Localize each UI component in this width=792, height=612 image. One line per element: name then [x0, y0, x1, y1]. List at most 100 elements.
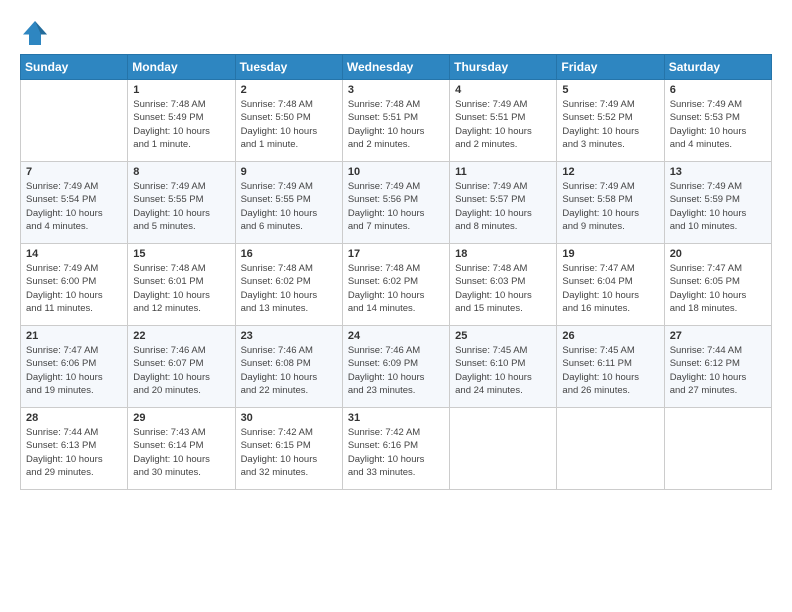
page-container: SundayMondayTuesdayWednesdayThursdayFrid…	[0, 0, 792, 500]
day-info: Sunrise: 7:46 AM Sunset: 6:08 PM Dayligh…	[241, 344, 337, 397]
day-info: Sunrise: 7:47 AM Sunset: 6:04 PM Dayligh…	[562, 262, 658, 315]
day-cell: 8 Sunrise: 7:49 AM Sunset: 5:55 PM Daylig…	[128, 162, 235, 244]
day-info: Sunrise: 7:49 AM Sunset: 5:51 PM Dayligh…	[455, 98, 551, 151]
day-info: Sunrise: 7:49 AM Sunset: 5:56 PM Dayligh…	[348, 180, 444, 233]
col-header-saturday: Saturday	[664, 55, 771, 80]
day-cell: 17Sunrise: 7:48 AM Sunset: 6:02 PM Dayli…	[342, 244, 449, 326]
day-info: Sunrise: 7:49 AM Sunset: 5:54 PM Dayligh…	[26, 180, 122, 233]
day-cell: 19 Sunrise: 7:47 AM Sunset: 6:04 PM Dayli…	[557, 244, 664, 326]
day-number: 4	[455, 84, 551, 96]
day-number: 2	[241, 84, 337, 96]
day-info: Sunrise: 7:49 AM Sunset: 6:00 PM Dayligh…	[26, 262, 122, 315]
day-cell: 23 Sunrise: 7:46 AM Sunset: 6:08 PM Dayli…	[235, 326, 342, 408]
week-row-4: 21 Sunrise: 7:47 AM Sunset: 6:06 PM Dayli…	[21, 326, 772, 408]
day-number: 8	[133, 166, 229, 178]
day-cell	[664, 408, 771, 490]
header-row: SundayMondayTuesdayWednesdayThursdayFrid…	[21, 55, 772, 80]
col-header-monday: Monday	[128, 55, 235, 80]
day-cell: 24Sunrise: 7:46 AM Sunset: 6:09 PM Dayli…	[342, 326, 449, 408]
day-info: Sunrise: 7:49 AM Sunset: 5:55 PM Dayligh…	[133, 180, 229, 233]
day-cell: 20Sunrise: 7:47 AM Sunset: 6:05 PM Dayli…	[664, 244, 771, 326]
day-number: 28	[26, 412, 122, 424]
day-number: 18	[455, 248, 551, 260]
day-number: 3	[348, 84, 444, 96]
day-number: 21	[26, 330, 122, 342]
day-info: Sunrise: 7:49 AM Sunset: 5:52 PM Dayligh…	[562, 98, 658, 151]
day-info: Sunrise: 7:46 AM Sunset: 6:07 PM Dayligh…	[133, 344, 229, 397]
day-cell: 22 Sunrise: 7:46 AM Sunset: 6:07 PM Dayli…	[128, 326, 235, 408]
day-number: 31	[348, 412, 444, 424]
day-info: Sunrise: 7:44 AM Sunset: 6:13 PM Dayligh…	[26, 426, 122, 479]
logo	[20, 18, 54, 48]
day-info: Sunrise: 7:42 AM Sunset: 6:15 PM Dayligh…	[241, 426, 337, 479]
day-info: Sunrise: 7:43 AM Sunset: 6:14 PM Dayligh…	[133, 426, 229, 479]
day-number: 7	[26, 166, 122, 178]
day-info: Sunrise: 7:44 AM Sunset: 6:12 PM Dayligh…	[670, 344, 766, 397]
week-row-3: 14 Sunrise: 7:49 AM Sunset: 6:00 PM Dayli…	[21, 244, 772, 326]
day-info: Sunrise: 7:48 AM Sunset: 5:49 PM Dayligh…	[133, 98, 229, 151]
day-number: 30	[241, 412, 337, 424]
day-cell	[450, 408, 557, 490]
day-number: 14	[26, 248, 122, 260]
day-number: 16	[241, 248, 337, 260]
logo-icon	[20, 18, 50, 48]
day-cell: 2 Sunrise: 7:48 AM Sunset: 5:50 PM Daylig…	[235, 80, 342, 162]
day-info: Sunrise: 7:45 AM Sunset: 6:11 PM Dayligh…	[562, 344, 658, 397]
day-cell: 4 Sunrise: 7:49 AM Sunset: 5:51 PM Daylig…	[450, 80, 557, 162]
day-number: 29	[133, 412, 229, 424]
day-cell: 25Sunrise: 7:45 AM Sunset: 6:10 PM Dayli…	[450, 326, 557, 408]
day-info: Sunrise: 7:46 AM Sunset: 6:09 PM Dayligh…	[348, 344, 444, 397]
day-cell: 29 Sunrise: 7:43 AM Sunset: 6:14 PM Dayli…	[128, 408, 235, 490]
day-cell: 14 Sunrise: 7:49 AM Sunset: 6:00 PM Dayli…	[21, 244, 128, 326]
day-cell: 21 Sunrise: 7:47 AM Sunset: 6:06 PM Dayli…	[21, 326, 128, 408]
col-header-tuesday: Tuesday	[235, 55, 342, 80]
day-info: Sunrise: 7:47 AM Sunset: 6:06 PM Dayligh…	[26, 344, 122, 397]
day-cell: 27 Sunrise: 7:44 AM Sunset: 6:12 PM Dayli…	[664, 326, 771, 408]
day-cell: 7 Sunrise: 7:49 AM Sunset: 5:54 PM Daylig…	[21, 162, 128, 244]
day-number: 13	[670, 166, 766, 178]
day-info: Sunrise: 7:47 AM Sunset: 6:05 PM Dayligh…	[670, 262, 766, 315]
day-cell: 6 Sunrise: 7:49 AM Sunset: 5:53 PM Daylig…	[664, 80, 771, 162]
day-number: 9	[241, 166, 337, 178]
day-cell: 11 Sunrise: 7:49 AM Sunset: 5:57 PM Dayli…	[450, 162, 557, 244]
day-number: 11	[455, 166, 551, 178]
day-info: Sunrise: 7:48 AM Sunset: 6:02 PM Dayligh…	[348, 262, 444, 315]
day-info: Sunrise: 7:49 AM Sunset: 5:53 PM Dayligh…	[670, 98, 766, 151]
day-cell: 15 Sunrise: 7:48 AM Sunset: 6:01 PM Dayli…	[128, 244, 235, 326]
day-info: Sunrise: 7:48 AM Sunset: 6:03 PM Dayligh…	[455, 262, 551, 315]
col-header-sunday: Sunday	[21, 55, 128, 80]
day-cell: 9Sunrise: 7:49 AM Sunset: 5:55 PM Daylig…	[235, 162, 342, 244]
header	[20, 18, 772, 48]
day-cell	[21, 80, 128, 162]
day-info: Sunrise: 7:48 AM Sunset: 6:02 PM Dayligh…	[241, 262, 337, 315]
week-row-2: 7 Sunrise: 7:49 AM Sunset: 5:54 PM Daylig…	[21, 162, 772, 244]
day-number: 23	[241, 330, 337, 342]
week-row-1: 1 Sunrise: 7:48 AM Sunset: 5:49 PM Daylig…	[21, 80, 772, 162]
day-info: Sunrise: 7:49 AM Sunset: 5:57 PM Dayligh…	[455, 180, 551, 233]
day-info: Sunrise: 7:48 AM Sunset: 5:50 PM Dayligh…	[241, 98, 337, 151]
day-info: Sunrise: 7:42 AM Sunset: 6:16 PM Dayligh…	[348, 426, 444, 479]
col-header-friday: Friday	[557, 55, 664, 80]
day-number: 22	[133, 330, 229, 342]
day-info: Sunrise: 7:45 AM Sunset: 6:10 PM Dayligh…	[455, 344, 551, 397]
week-row-5: 28 Sunrise: 7:44 AM Sunset: 6:13 PM Dayli…	[21, 408, 772, 490]
day-cell: 30 Sunrise: 7:42 AM Sunset: 6:15 PM Dayli…	[235, 408, 342, 490]
day-info: Sunrise: 7:49 AM Sunset: 5:58 PM Dayligh…	[562, 180, 658, 233]
day-number: 26	[562, 330, 658, 342]
day-cell: 13 Sunrise: 7:49 AM Sunset: 5:59 PM Dayli…	[664, 162, 771, 244]
day-cell: 5Sunrise: 7:49 AM Sunset: 5:52 PM Daylig…	[557, 80, 664, 162]
col-header-wednesday: Wednesday	[342, 55, 449, 80]
day-number: 27	[670, 330, 766, 342]
day-number: 10	[348, 166, 444, 178]
day-number: 19	[562, 248, 658, 260]
day-number: 15	[133, 248, 229, 260]
col-header-thursday: Thursday	[450, 55, 557, 80]
day-number: 6	[670, 84, 766, 96]
day-cell: 3Sunrise: 7:48 AM Sunset: 5:51 PM Daylig…	[342, 80, 449, 162]
day-cell: 1 Sunrise: 7:48 AM Sunset: 5:49 PM Daylig…	[128, 80, 235, 162]
day-cell: 31 Sunrise: 7:42 AM Sunset: 6:16 PM Dayli…	[342, 408, 449, 490]
day-number: 1	[133, 84, 229, 96]
day-info: Sunrise: 7:49 AM Sunset: 5:59 PM Dayligh…	[670, 180, 766, 233]
day-info: Sunrise: 7:48 AM Sunset: 6:01 PM Dayligh…	[133, 262, 229, 315]
day-cell	[557, 408, 664, 490]
